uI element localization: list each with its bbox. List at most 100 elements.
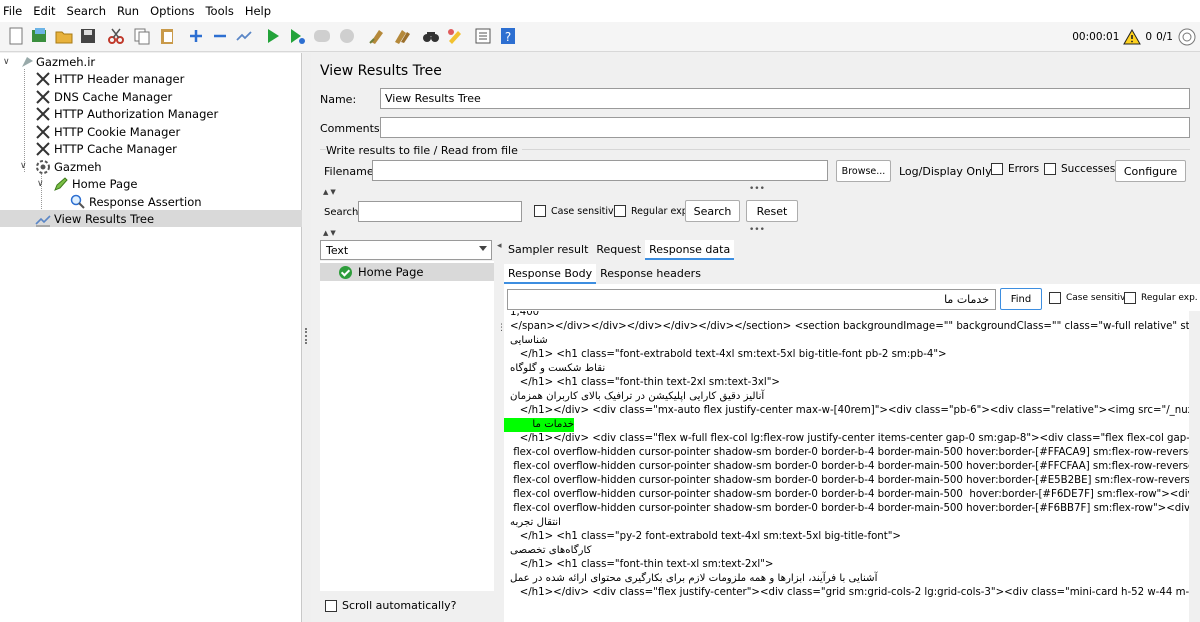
toggle-icon[interactable]: [234, 25, 254, 47]
elapsed-timer: 00:00:01: [1072, 31, 1120, 43]
configure-button[interactable]: Configure: [1115, 160, 1186, 182]
paste-icon[interactable]: [157, 25, 177, 47]
body-line: آنالیز دقیق کارایی اپلیکیشن در ترافیک با…: [510, 391, 765, 402]
chevron-down-icon[interactable]: ∨: [20, 161, 30, 171]
clear-all-icon[interactable]: [392, 25, 412, 47]
checkbox-box[interactable]: [991, 163, 1003, 175]
successes-checkbox[interactable]: Successes: [1044, 163, 1115, 175]
templates-icon[interactable]: [29, 25, 49, 47]
start-no-pauses-icon[interactable]: [287, 25, 307, 47]
name-field[interactable]: View Results Tree: [380, 88, 1190, 109]
tree-node-root[interactable]: Gazmeh.ir: [20, 53, 95, 70]
tree-node-cache[interactable]: HTTP Cache Manager: [35, 140, 177, 157]
vertical-splitter[interactable]: [494, 240, 504, 622]
menu-run[interactable]: Run: [117, 4, 139, 18]
tree-node-dns-cache[interactable]: DNS Cache Manager: [35, 88, 172, 105]
drag-handle-icon[interactable]: •••: [749, 225, 765, 235]
cut-icon[interactable]: [106, 25, 126, 47]
find-case-sensitive-checkbox[interactable]: Case sensitive: [1049, 292, 1131, 304]
menu-search[interactable]: Search: [67, 4, 107, 18]
expand-icon[interactable]: [186, 25, 206, 47]
scroll-automatically-checkbox[interactable]: Scroll automatically?: [325, 599, 456, 612]
menu-tools[interactable]: Tools: [205, 4, 233, 18]
tab-request[interactable]: Request: [592, 240, 645, 260]
tree-node-label: HTTP Cookie Manager: [54, 124, 181, 139]
filename-field[interactable]: [372, 160, 828, 181]
response-body-text[interactable]: 1,400 </span></div></div></div></div></d…: [504, 311, 1189, 622]
tree-node-response-assertion[interactable]: Response Assertion: [70, 193, 202, 210]
find-input[interactable]: خدمات ما: [507, 289, 996, 310]
menu-file[interactable]: File: [3, 4, 22, 18]
tab-response-headers[interactable]: Response headers: [596, 264, 705, 284]
body-line: </h1> <h1 class="font-thin text-xl sm:te…: [510, 559, 774, 570]
help-icon[interactable]: ?: [498, 25, 518, 47]
browse-button[interactable]: Browse...: [836, 160, 891, 182]
warning-count: 0: [1145, 31, 1153, 43]
stop-icon[interactable]: [312, 25, 332, 47]
results-list: Home Page: [320, 261, 494, 591]
tree-node-home-page[interactable]: Home Page: [53, 175, 137, 192]
checkbox-box[interactable]: [1049, 292, 1061, 304]
chevron-down-icon[interactable]: [479, 246, 487, 251]
body-line: کارگاه‌های تخصصی: [510, 545, 592, 556]
menu-edit[interactable]: Edit: [33, 4, 55, 18]
result-label: Home Page: [358, 265, 424, 279]
menu-options[interactable]: Options: [150, 4, 194, 18]
tree-node-label: Gazmeh: [54, 159, 102, 174]
collapse-arrows-icon[interactable]: ▲▼: [323, 229, 338, 237]
comments-field[interactable]: [380, 117, 1190, 138]
collapse-arrows-icon[interactable]: ▲▼: [323, 188, 338, 196]
tree-node-header-manager[interactable]: HTTP Header manager: [35, 70, 184, 87]
open-icon[interactable]: [54, 25, 74, 47]
chevron-down-icon[interactable]: ∨: [3, 57, 13, 67]
search-input[interactable]: [358, 201, 522, 222]
result-row-home-page[interactable]: Home Page: [320, 263, 494, 281]
find-button[interactable]: Find: [1000, 288, 1042, 310]
tree-node-cookie[interactable]: HTTP Cookie Manager: [35, 123, 180, 140]
find-regular-exp-checkbox[interactable]: Regular exp.: [1124, 292, 1198, 304]
reset-search-icon[interactable]: [445, 25, 465, 47]
tab-response-body[interactable]: Response Body: [504, 264, 597, 284]
body-line: flex-col overflow-hidden cursor-pointer …: [510, 475, 1189, 486]
checkbox-box[interactable]: [325, 599, 337, 612]
reset-button[interactable]: Reset: [746, 200, 798, 222]
tab-sampler-result[interactable]: Sampler result: [504, 240, 592, 260]
checkbox-box[interactable]: [614, 205, 626, 217]
case-sensitive-checkbox[interactable]: Case sensitive: [534, 205, 620, 217]
body-line: </h1></div> <div class="flex w-full flex…: [510, 433, 1189, 444]
test-plan-tree: ∨ Gazmeh.ir HTTP Header manager DNS Cach…: [0, 53, 302, 622]
checkbox-label: Errors: [1008, 163, 1040, 175]
search-icon[interactable]: [421, 25, 441, 47]
checkbox-label: Case sensitive: [1066, 293, 1131, 303]
checkbox-box[interactable]: [1044, 163, 1056, 175]
splitter[interactable]: [303, 53, 311, 622]
tree-node-view-results-tree[interactable]: View Results Tree: [0, 210, 302, 227]
chevron-down-icon[interactable]: ∨: [37, 179, 47, 189]
splitter-grip[interactable]: [305, 328, 308, 344]
clear-icon[interactable]: [367, 25, 387, 47]
drag-handle-icon[interactable]: •••: [749, 184, 765, 194]
collapse-left-icon[interactable]: ◂: [497, 241, 502, 251]
tab-response-data[interactable]: Response data: [645, 240, 735, 260]
errors-checkbox[interactable]: Errors: [991, 163, 1039, 175]
checkbox-box[interactable]: [1124, 292, 1136, 304]
regular-exp-checkbox[interactable]: Regular exp.: [614, 205, 691, 217]
collapse-icon[interactable]: [210, 25, 230, 47]
renderer-select[interactable]: Text: [320, 240, 492, 260]
tree-node-authorization[interactable]: HTTP Authorization Manager: [35, 105, 218, 122]
search-button[interactable]: Search: [685, 200, 740, 222]
menu-help[interactable]: Help: [245, 4, 271, 18]
warning-icon[interactable]: [1123, 29, 1142, 45]
checkbox-box[interactable]: [534, 205, 546, 217]
start-icon[interactable]: [263, 25, 283, 47]
remote-engine-icon[interactable]: [1177, 27, 1197, 47]
shutdown-icon[interactable]: [337, 25, 357, 47]
function-helper-icon[interactable]: [473, 25, 493, 47]
tree-node-thread-group[interactable]: Gazmeh: [35, 158, 102, 175]
new-icon[interactable]: [6, 25, 26, 47]
copy-icon[interactable]: [132, 25, 152, 47]
response-scrollbar[interactable]: [1189, 311, 1200, 622]
write-results-group-label: Write results to file / Read from file: [326, 144, 522, 157]
body-line: انتقال تجربه: [510, 517, 561, 528]
save-icon[interactable]: [78, 25, 98, 47]
